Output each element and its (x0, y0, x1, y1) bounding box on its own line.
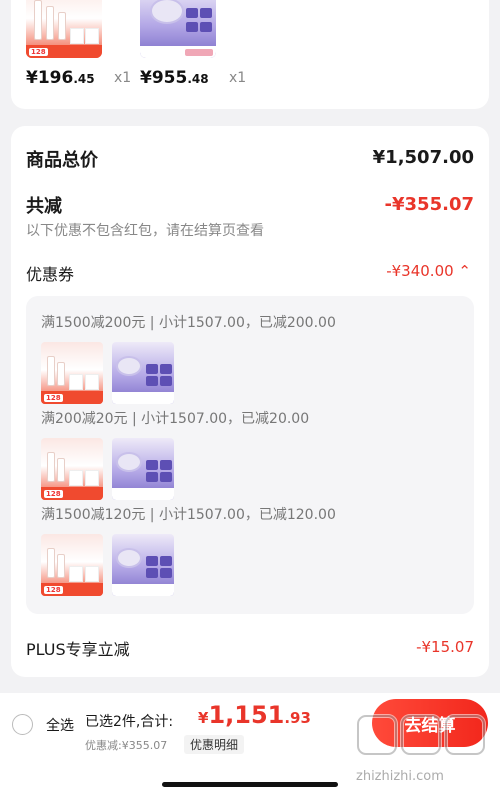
coupon-item-thumbnail (112, 534, 174, 596)
product-thumbnail-skincare-set[interactable]: 128 (26, 0, 102, 58)
discount-label: 共减 (26, 196, 62, 217)
coupon-rule: 满200减20元 | 小计1507.00，已减20.00 (41, 411, 310, 427)
discount-note: 以下优惠不包含红包，请在结算页查看 (26, 223, 264, 239)
select-all-label[interactable]: 全选 (46, 715, 74, 735)
item-quantity: x1 (229, 70, 247, 86)
discount-value: -¥355.07 (384, 194, 474, 215)
coupon-item-thumbnail (112, 342, 174, 404)
coupon-item-thumbnail: 128 (41, 534, 103, 596)
coupon-label: 优惠券 (26, 265, 75, 284)
total-price-value: ¥1,507.00 (372, 147, 474, 168)
plus-discount-value: -¥15.07 (416, 638, 474, 656)
watermark-text: zhizhizhi.com (356, 769, 444, 784)
watermark-logo-icon (356, 714, 486, 756)
total-discount-text: 优惠减:¥355.07 (85, 739, 168, 752)
plus-discount-label: PLUS专享立减 (26, 640, 130, 659)
total-price-label: 商品总价 (26, 150, 98, 171)
home-indicator[interactable] (162, 782, 338, 787)
coupon-detail-panel: 满1500减200元 | 小计1507.00，已减200.00 128 满200… (26, 296, 474, 614)
price-detail-card: 商品总价 ¥1,507.00 共减 -¥355.07 以下优惠不包含红包，请在结… (11, 126, 489, 677)
coupon-toggle[interactable]: -¥340.00 ⌃ (386, 262, 471, 280)
select-all-checkbox[interactable] (12, 714, 33, 735)
item-price: ¥196.45 (26, 68, 95, 88)
item-price: ¥955.48 (140, 68, 209, 88)
product-thumbnail-cream-set[interactable] (140, 0, 216, 58)
checkout-bar: 全选 已选2件,合计: ¥1,151.93 优惠减:¥355.07 优惠明细 去… (0, 693, 500, 799)
coupon-rule: 满1500减120元 | 小计1507.00，已减120.00 (41, 507, 336, 523)
coupon-rule: 满1500减200元 | 小计1507.00，已减200.00 (41, 315, 336, 331)
selected-count-text: 已选2件,合计: (85, 714, 174, 730)
coupon-item-thumbnail: 128 (41, 438, 103, 500)
item-quantity: x1 (114, 70, 132, 86)
discount-detail-button[interactable]: 优惠明细 (184, 735, 245, 754)
total-amount: ¥1,151.93 (198, 701, 311, 729)
coupon-item-thumbnail: 128 (41, 342, 103, 404)
coupon-item-thumbnail (112, 438, 174, 500)
product-list-card: 128 ¥196.45 x1 ¥955.48 x1 (11, 0, 489, 109)
